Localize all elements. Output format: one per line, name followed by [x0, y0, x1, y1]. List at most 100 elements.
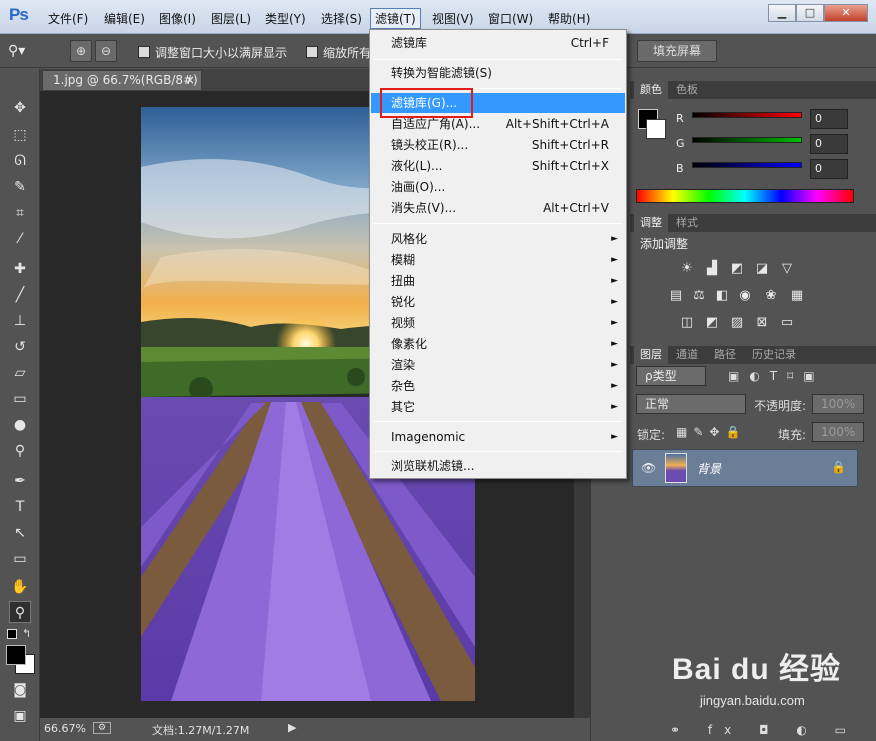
status-options-icon[interactable]: ⚙	[93, 722, 111, 734]
tab-color[interactable]: 颜色	[634, 81, 668, 99]
dodge-tool-icon[interactable]: ⚲	[9, 440, 31, 462]
brush-tool-icon[interactable]: ╱	[9, 284, 31, 306]
opacity-input[interactable]: 100%	[812, 394, 864, 414]
menu-item-browse-online-filters[interactable]: 浏览联机滤镜...	[371, 456, 625, 476]
zoom-out-icon[interactable]: ⊖	[95, 40, 117, 62]
quick-select-tool-icon[interactable]: ✎	[9, 176, 31, 198]
menu-item-convert-smart-filter[interactable]: 转换为智能滤镜(S)	[371, 63, 625, 83]
exposure-icon[interactable]: ◪	[753, 261, 771, 277]
menu-item-other[interactable]: 其它 ►	[371, 397, 625, 417]
minimize-button[interactable]: ▁	[768, 4, 796, 22]
menu-layer[interactable]: 图层(L)	[211, 10, 251, 27]
fill-screen-button[interactable]: 填充屏幕	[637, 40, 717, 62]
screen-mode-icon[interactable]: ▣	[9, 705, 31, 727]
curves-icon[interactable]: ◩	[728, 261, 746, 277]
zoom-in-icon[interactable]: ⊕	[70, 40, 92, 62]
document-tab[interactable]: 1.jpg @ 66.7%(RGB/8#) ×	[42, 70, 202, 90]
menu-item-oil-paint[interactable]: 油画(O)...	[371, 177, 625, 197]
status-arrow-icon[interactable]: ▶	[288, 721, 296, 734]
invert-icon[interactable]: ◫	[678, 315, 696, 331]
black-white-icon[interactable]: ◧	[713, 288, 731, 304]
tab-close-icon[interactable]: ×	[185, 71, 195, 90]
tab-history[interactable]: 历史记录	[746, 346, 802, 364]
menu-type[interactable]: 类型(Y)	[265, 10, 306, 27]
type-tool-icon[interactable]: T	[9, 496, 31, 518]
layers-footer-icons[interactable]: ⚭ fx ◘ ◐ ▭ ▣ 🗑	[630, 719, 876, 741]
shape-tool-icon[interactable]: ▭	[9, 548, 31, 570]
blur-tool-icon[interactable]: ●	[9, 414, 31, 436]
layer-row-background[interactable]: 👁 背景 🔒	[632, 449, 858, 487]
blue-value-input[interactable]: 0	[810, 159, 848, 179]
menu-window[interactable]: 窗口(W)	[488, 10, 533, 27]
layer-filter-icons[interactable]: ▣◐T⌑▣	[728, 369, 825, 383]
close-button[interactable]: ✕	[824, 4, 868, 22]
menu-item-liquify[interactable]: 液化(L)... Shift+Ctrl+X	[371, 156, 625, 176]
zoom-all-checkbox[interactable]	[306, 46, 318, 58]
levels-icon[interactable]: ▟	[703, 261, 721, 277]
zoom-level-readout[interactable]: 66.67%	[44, 722, 86, 735]
color-balance-icon[interactable]: ⚖	[690, 288, 708, 304]
tab-adjustments[interactable]: 调整	[634, 214, 668, 232]
gradient-tool-icon[interactable]: ▭	[9, 388, 31, 410]
zoom-tool-icon[interactable]: ⚲▾	[8, 43, 25, 59]
zoom-tool-selected-icon[interactable]: ⚲	[9, 601, 31, 623]
color-lookup-icon[interactable]: ▦	[788, 288, 806, 304]
menu-item-pixelate[interactable]: 像素化 ►	[371, 334, 625, 354]
channel-mixer-icon[interactable]: ❀	[762, 288, 780, 304]
foreground-color-swatch[interactable]	[6, 645, 26, 665]
quick-mask-icon[interactable]: ◙	[9, 679, 31, 701]
hand-tool-icon[interactable]: ✋	[9, 576, 31, 598]
clone-stamp-tool-icon[interactable]: ⊥	[9, 310, 31, 332]
lasso-tool-icon[interactable]: ᘏ	[9, 150, 31, 172]
history-brush-tool-icon[interactable]: ↺	[9, 336, 31, 358]
tab-swatches[interactable]: 色板	[670, 81, 704, 99]
tab-channels[interactable]: 通道	[670, 346, 704, 364]
blue-slider[interactable]	[692, 162, 802, 168]
move-tool-icon[interactable]: ✥	[9, 97, 31, 119]
menu-item-filter-gallery-last[interactable]: 滤镜库 Ctrl+F	[371, 33, 625, 53]
tab-layers[interactable]: 图层	[634, 346, 668, 364]
selective-color-icon[interactable]: ⊠	[753, 315, 771, 331]
menu-item-lens-correction[interactable]: 镜头校正(R)... Shift+Ctrl+R	[371, 135, 625, 155]
eraser-tool-icon[interactable]: ▱	[9, 362, 31, 384]
menu-item-sharpen[interactable]: 锐化 ►	[371, 292, 625, 312]
gradient-map-icon[interactable]: ▭	[778, 315, 796, 331]
threshold-icon[interactable]: ▨	[728, 315, 746, 331]
brightness-icon[interactable]: ☀	[678, 261, 696, 277]
lock-icons[interactable]: ▦✎✥🔒	[676, 425, 746, 439]
resize-window-checkbox[interactable]	[138, 46, 150, 58]
menu-file[interactable]: 文件(F)	[48, 10, 88, 27]
menu-select[interactable]: 选择(S)	[321, 10, 362, 27]
path-select-tool-icon[interactable]: ↖	[9, 522, 31, 544]
pen-tool-icon[interactable]: ✒	[9, 470, 31, 492]
crop-tool-icon[interactable]: ⌗	[9, 202, 31, 224]
red-value-input[interactable]: 0	[810, 109, 848, 129]
menu-edit[interactable]: 编辑(E)	[104, 10, 145, 27]
hue-saturation-icon[interactable]: ▤	[667, 288, 685, 304]
layer-visibility-eye-icon[interactable]: 👁	[641, 461, 656, 475]
menu-item-render[interactable]: 渲染 ►	[371, 355, 625, 375]
color-spectrum-bar[interactable]	[636, 189, 854, 203]
menu-item-distort[interactable]: 扭曲 ►	[371, 271, 625, 291]
color-background-swatch[interactable]	[646, 119, 666, 139]
eyedropper-tool-icon[interactable]: ⁄	[9, 228, 31, 250]
maximize-button[interactable]: □	[796, 4, 824, 22]
menu-item-noise[interactable]: 杂色 ►	[371, 376, 625, 396]
menu-filter[interactable]: 滤镜(T)	[370, 8, 421, 29]
menu-item-imagenomic[interactable]: Imagenomic ►	[371, 427, 625, 447]
tab-paths[interactable]: 路径	[708, 346, 742, 364]
blend-mode-select[interactable]: 正常	[636, 394, 746, 414]
layer-kind-filter[interactable]: ρ类型	[636, 366, 706, 386]
menu-item-video[interactable]: 视频 ►	[371, 313, 625, 333]
menu-item-blur[interactable]: 模糊 ►	[371, 250, 625, 270]
red-slider[interactable]	[692, 112, 802, 118]
photo-filter-icon[interactable]: ◉	[736, 288, 754, 304]
swap-colors-icon[interactable]: ↰	[22, 627, 31, 640]
green-value-input[interactable]: 0	[810, 134, 848, 154]
posterize-icon[interactable]: ◩	[703, 315, 721, 331]
menu-image[interactable]: 图像(I)	[159, 10, 196, 27]
fill-input[interactable]: 100%	[812, 422, 864, 442]
layer-name[interactable]: 背景	[697, 460, 721, 477]
green-slider[interactable]	[692, 137, 802, 143]
menu-item-vanishing-point[interactable]: 消失点(V)... Alt+Ctrl+V	[371, 198, 625, 218]
